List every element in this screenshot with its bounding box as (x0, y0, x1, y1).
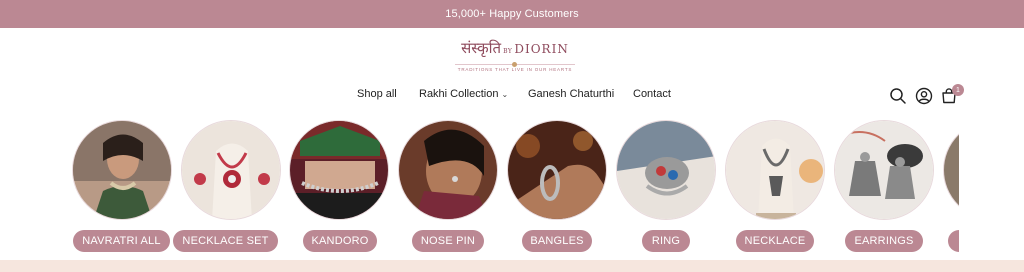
category-label: NOSE PIN (412, 230, 484, 252)
logo-hindi-text: संस्कृति (461, 39, 502, 57)
main-nav: Shop all Rakhi Collection ⌄ Ganesh Chatur… (0, 88, 1024, 106)
category-image (181, 120, 281, 220)
logo-brand-text: DIORIN (514, 42, 569, 56)
category-navratri-all[interactable]: NAVRATRI ALL (72, 120, 172, 252)
logo-tagline: TRADITIONS THAT LIVE IN OUR HEARTS (457, 67, 573, 72)
category-label: NECKLACE (736, 230, 814, 252)
category-image (507, 120, 607, 220)
category-image (834, 120, 934, 220)
category-label: RING (642, 230, 690, 252)
category-image (72, 120, 172, 220)
category-label: NAVRATRI ALL (73, 230, 170, 252)
nav-shop-all[interactable]: Shop all (357, 88, 397, 100)
category-label: BANGLES (522, 230, 592, 252)
logo-by-text: BY (503, 48, 513, 55)
category-image (398, 120, 498, 220)
category-label: KANDORO (303, 230, 377, 252)
nav-ganesh-chaturthi[interactable]: Ganesh Chaturthi (528, 88, 614, 100)
category-kandoro[interactable]: KANDORO (289, 120, 389, 252)
nav-rakhi-collection[interactable]: Rakhi Collection ⌄ (419, 88, 508, 100)
category-partial[interactable] (943, 120, 959, 220)
category-label: EARRINGS (845, 230, 923, 252)
logo[interactable]: संस्कृति BY DIORIN TRADITIONS THAT LIVE IN… (430, 38, 600, 78)
announcement-bar: 15,000+ Happy Customers (0, 0, 1024, 28)
category-image (289, 120, 389, 220)
category-nose-pin[interactable]: NOSE PIN (398, 120, 498, 252)
category-label (948, 230, 959, 252)
category-necklace[interactable]: NECKLACE (725, 120, 825, 252)
announcement-text: 15,000+ Happy Customers (445, 8, 579, 20)
category-image (943, 120, 959, 220)
category-bangles[interactable]: BANGLES (507, 120, 607, 252)
category-necklace-set[interactable]: NECKLACE SET (173, 120, 281, 252)
category-ring[interactable]: RING (616, 120, 716, 252)
cart-count-badge: 1 (952, 84, 964, 96)
next-section-band (0, 260, 1024, 272)
chevron-down-icon: ⌄ (501, 90, 509, 99)
nav-contact[interactable]: Contact (633, 88, 671, 100)
nav-rakhi-label: Rakhi Collection (419, 88, 499, 100)
account-icon[interactable] (914, 86, 934, 106)
category-image (616, 120, 716, 220)
category-earrings[interactable]: EARRINGS (834, 120, 934, 252)
search-icon[interactable] (888, 86, 908, 106)
category-image (725, 120, 825, 220)
category-label: NECKLACE SET (173, 230, 278, 252)
